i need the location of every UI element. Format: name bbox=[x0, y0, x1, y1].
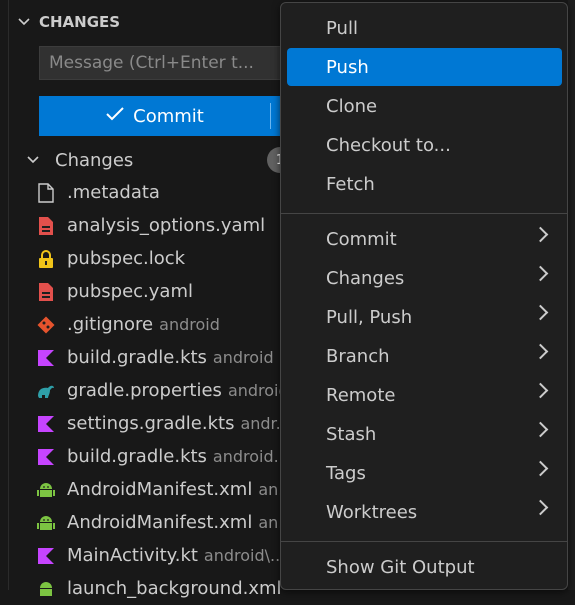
file-name: build.gradle.kts bbox=[67, 446, 207, 467]
file-name: .gitignore bbox=[67, 314, 154, 335]
menu-item-remote[interactable]: Remote bbox=[287, 376, 562, 414]
source-control-panel: CHANGES Message (Ctrl+Enter t... Commit … bbox=[8, 0, 309, 599]
file-name: pubspec.lock bbox=[67, 248, 186, 269]
commit-message-input[interactable]: Message (Ctrl+Enter t... bbox=[39, 46, 299, 80]
file-item[interactable]: AndroidManifest.xml an... bbox=[35, 506, 305, 539]
chevron-down-icon bbox=[27, 153, 55, 168]
menu-separator bbox=[281, 213, 567, 214]
file-item[interactable]: launch_background.xml bbox=[35, 572, 305, 605]
file-name: .metadata bbox=[67, 182, 160, 203]
menu-item-checkout[interactable]: Checkout to... bbox=[287, 126, 562, 164]
file-name: gradle.properties bbox=[67, 380, 222, 401]
file-item[interactable]: build.gradle.kts android... bbox=[35, 440, 305, 473]
file-name: pubspec.yaml bbox=[67, 281, 193, 302]
file-icon bbox=[35, 182, 57, 204]
kotlin-file-icon bbox=[35, 446, 57, 468]
file-path: android\... bbox=[203, 546, 286, 565]
chevron-right-icon bbox=[532, 460, 549, 477]
menu-item-pull[interactable]: Pull bbox=[287, 9, 562, 47]
file-item[interactable]: .gitignore android bbox=[35, 308, 305, 341]
section-title: CHANGES bbox=[39, 13, 121, 31]
kotlin-file-icon bbox=[35, 545, 57, 567]
gradle-file-icon bbox=[35, 380, 57, 402]
file-item[interactable]: .metadata bbox=[35, 176, 305, 209]
chevron-right-icon bbox=[532, 499, 549, 516]
menu-item-changes[interactable]: Changes bbox=[287, 259, 562, 297]
menu-item-commit[interactable]: Commit bbox=[287, 220, 562, 258]
file-path: android bbox=[159, 315, 220, 334]
file-path: android bbox=[212, 348, 274, 367]
menu-item-branch[interactable]: Branch bbox=[287, 337, 562, 375]
android-file-icon bbox=[35, 479, 57, 501]
file-item[interactable]: settings.gradle.kts andr... bbox=[35, 407, 305, 440]
menu-item-stash[interactable]: Stash bbox=[287, 415, 562, 453]
git-context-menu: Pull Push Clone Checkout to... Fetch Com… bbox=[280, 2, 568, 590]
git-file-icon bbox=[35, 314, 57, 336]
file-name: launch_background.xml bbox=[67, 578, 282, 599]
menu-item-push[interactable]: Push bbox=[287, 48, 562, 86]
kotlin-file-icon bbox=[35, 413, 57, 435]
file-name: build.gradle.kts bbox=[67, 347, 207, 368]
file-item[interactable]: pubspec.lock bbox=[35, 242, 305, 275]
check-icon bbox=[105, 106, 125, 127]
lock-file-icon bbox=[35, 248, 57, 270]
file-name: settings.gradle.kts bbox=[67, 413, 235, 434]
chevron-right-icon bbox=[532, 265, 549, 282]
file-path: android... bbox=[212, 447, 289, 466]
file-item[interactable]: AndroidManifest.xml an... bbox=[35, 473, 305, 506]
editor-edge bbox=[568, 0, 575, 590]
menu-item-worktrees[interactable]: Worktrees bbox=[287, 493, 562, 531]
file-item[interactable]: gradle.properties android bbox=[35, 374, 305, 407]
chevron-right-icon bbox=[532, 304, 549, 321]
commit-button-divider bbox=[270, 103, 271, 129]
commit-button-label: Commit bbox=[133, 105, 204, 127]
menu-separator bbox=[281, 541, 567, 542]
chevron-right-icon bbox=[532, 421, 549, 438]
commit-message-placeholder: Message (Ctrl+Enter t... bbox=[49, 53, 254, 73]
yaml-file-icon bbox=[35, 215, 57, 237]
menu-item-fetch[interactable]: Fetch bbox=[287, 165, 562, 203]
file-item[interactable]: MainActivity.kt android\... bbox=[35, 539, 305, 572]
menu-item-clone[interactable]: Clone bbox=[287, 87, 562, 125]
menu-item-pull-push[interactable]: Pull, Push bbox=[287, 298, 562, 336]
file-item[interactable]: analysis_options.yaml bbox=[35, 209, 305, 242]
file-name: AndroidManifest.xml bbox=[67, 479, 253, 500]
file-name: AndroidManifest.xml bbox=[67, 512, 253, 533]
chevron-right-icon bbox=[532, 343, 549, 360]
file-item[interactable]: pubspec.yaml bbox=[35, 275, 305, 308]
android-file-icon bbox=[35, 578, 57, 600]
kotlin-file-icon bbox=[35, 347, 57, 369]
chevron-right-icon bbox=[532, 226, 549, 243]
file-item[interactable]: build.gradle.kts android bbox=[35, 341, 305, 374]
changes-group-header[interactable]: Changes bbox=[27, 146, 133, 174]
yaml-file-icon bbox=[35, 281, 57, 303]
file-name: analysis_options.yaml bbox=[67, 215, 266, 236]
commit-button[interactable]: Commit bbox=[39, 96, 301, 136]
file-name: MainActivity.kt bbox=[67, 545, 198, 566]
chevron-down-icon bbox=[9, 15, 39, 30]
chevron-right-icon bbox=[532, 382, 549, 399]
changes-section-header[interactable]: CHANGES bbox=[9, 8, 120, 36]
changes-group-label: Changes bbox=[55, 149, 134, 171]
menu-item-show-git-output[interactable]: Show Git Output bbox=[287, 548, 562, 586]
menu-item-tags[interactable]: Tags bbox=[287, 454, 562, 492]
android-file-icon bbox=[35, 512, 57, 534]
